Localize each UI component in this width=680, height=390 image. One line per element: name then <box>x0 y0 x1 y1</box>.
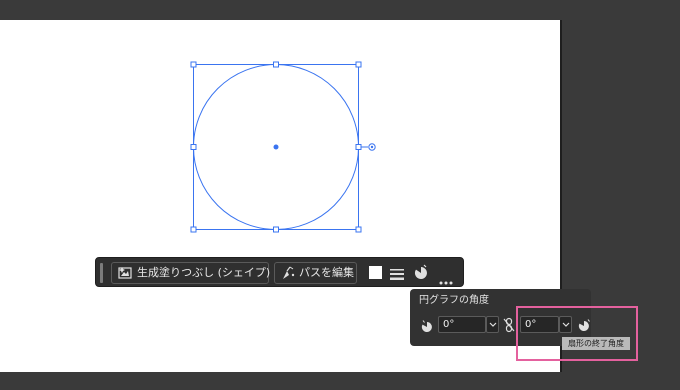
start-angle-input[interactable]: 0° <box>438 316 486 333</box>
panel-title: 円グラフの角度 <box>419 295 489 306</box>
contextual-task-bar: 生成塗りつぶし (シェイプ) パスを編集 <box>95 257 464 287</box>
center-point <box>273 144 279 150</box>
start-angle-dropdown[interactable] <box>486 316 499 333</box>
stroke-icon[interactable] <box>390 266 404 285</box>
pie-angle-icon[interactable] <box>414 264 428 284</box>
unlink-icon[interactable] <box>503 317 515 337</box>
edit-path-icon <box>281 266 295 287</box>
generative-fill-label: 生成塗りつぶし (シェイプ) <box>137 266 271 279</box>
more-options-icon[interactable] <box>439 270 453 289</box>
pie-widget-handle[interactable] <box>368 143 376 151</box>
generative-fill-icon <box>118 266 132 287</box>
chevron-down-icon <box>489 322 497 327</box>
edit-path-label: パスを編集 <box>299 266 354 279</box>
fill-swatch[interactable] <box>369 266 382 279</box>
annotation-highlight-box <box>516 306 638 361</box>
pie-start-angle-icon <box>421 318 433 337</box>
generative-fill-button[interactable]: 生成塗りつぶし (シェイプ) <box>111 262 271 287</box>
edit-path-button[interactable]: パスを編集 <box>274 262 357 284</box>
start-angle-value: 0° <box>443 319 455 330</box>
drag-handle[interactable] <box>100 263 103 283</box>
